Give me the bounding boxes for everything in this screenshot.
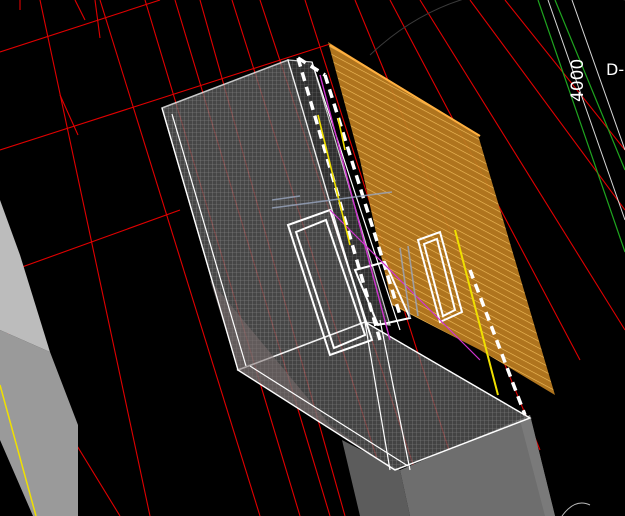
cad-viewport[interactable]: 4000 D- [0, 0, 625, 516]
red-grid-line [0, 209, 181, 276]
dimension-label: 4000 [568, 58, 588, 102]
red-grid-line [59, 94, 79, 136]
red-grid-line [0, 0, 161, 53]
dimension-lines [547, 0, 625, 221]
snap-marker [561, 502, 591, 516]
left-wall-top [0, 200, 50, 352]
model-scene[interactable] [0, 0, 625, 516]
green-grid-lines [537, 0, 625, 253]
red-grid-line [94, 0, 101, 39]
red-grid-line [469, 0, 625, 211]
grid-axis-tag: D- [606, 60, 625, 79]
arc-guide [369, 0, 625, 56]
red-grid-line [74, 0, 86, 21]
